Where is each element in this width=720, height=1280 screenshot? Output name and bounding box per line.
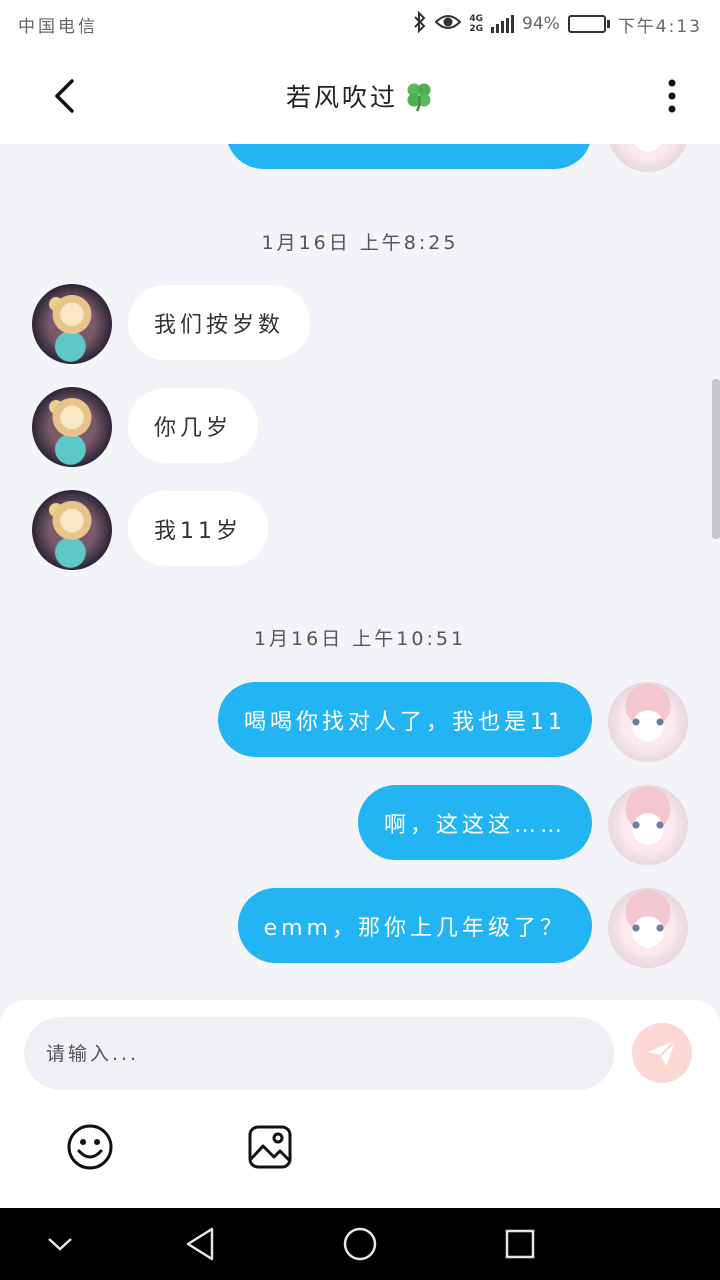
emoji-button[interactable]	[65, 1122, 115, 1172]
battery-icon	[567, 15, 610, 33]
message-bubble-outgoing[interactable]: 喝喝你找对人了，我也是11	[218, 682, 592, 757]
contact-name: 若风吹过	[285, 83, 398, 112]
message-input[interactable]	[24, 1017, 614, 1090]
message-bubble-outgoing-partial	[226, 144, 592, 169]
system-nav-bar	[0, 1208, 720, 1280]
eye-icon	[434, 13, 462, 36]
scrollbar[interactable]	[712, 379, 720, 539]
clock: 下午4:13	[617, 16, 702, 37]
message-list[interactable]: 1月16日 上午8:25 我们按岁数 你几岁 我11岁 1月16日 上午10:5…	[0, 144, 720, 1000]
avatar-self[interactable]	[608, 682, 688, 762]
paper-plane-icon	[648, 1039, 677, 1066]
avatar-contact[interactable]	[32, 284, 112, 364]
input-panel	[0, 1000, 720, 1208]
signal-icon	[491, 15, 515, 33]
avatar-self[interactable]	[608, 785, 688, 865]
message-bubble-outgoing[interactable]: emm，那你上几年级了？	[237, 888, 592, 963]
image-icon	[248, 1125, 292, 1169]
network-type: 4G 2G	[469, 14, 484, 34]
square-recents-icon	[505, 1229, 535, 1259]
nav-back-button[interactable]	[180, 1224, 220, 1264]
message-bubble-incoming[interactable]: 我们按岁数	[128, 285, 311, 360]
image-button[interactable]	[245, 1122, 295, 1172]
triangle-back-icon	[186, 1227, 214, 1261]
battery-percent: 94%	[522, 14, 560, 34]
avatar-contact[interactable]	[32, 387, 112, 467]
bluetooth-icon	[413, 10, 427, 38]
nav-hide-button[interactable]	[40, 1224, 80, 1264]
chevron-left-icon	[55, 79, 74, 113]
message-timestamp: 1月16日 上午8:25	[261, 232, 459, 254]
smiley-icon	[67, 1124, 113, 1170]
message-bubble-incoming[interactable]: 我11岁	[128, 491, 268, 566]
back-button[interactable]	[40, 72, 88, 120]
clover-icon	[407, 83, 431, 112]
chat-header: 若风吹过	[0, 48, 720, 144]
carrier-name: 中国电信	[18, 16, 98, 37]
chevron-down-icon	[48, 1238, 72, 1251]
circle-home-icon	[343, 1227, 377, 1261]
message-bubble-incoming[interactable]: 你几岁	[128, 388, 259, 463]
nav-home-button[interactable]	[340, 1224, 380, 1264]
avatar-contact[interactable]	[32, 490, 112, 570]
page-title: 若风吹过	[286, 78, 434, 114]
message-bubble-outgoing[interactable]: 啊，这这这……	[357, 785, 592, 860]
send-button[interactable]	[632, 1023, 692, 1083]
status-bar: 中国电信 4G 2G 94% 下午4:13	[0, 0, 720, 48]
message-timestamp: 1月16日 上午10:51	[253, 628, 467, 650]
avatar-self[interactable]	[608, 888, 688, 968]
avatar-self[interactable]	[608, 144, 688, 172]
status-icons: 4G 2G 94% 下午4:13	[413, 10, 702, 38]
more-vertical-icon	[668, 79, 676, 113]
more-options-button[interactable]	[652, 72, 692, 120]
nav-recents-button[interactable]	[500, 1224, 540, 1264]
